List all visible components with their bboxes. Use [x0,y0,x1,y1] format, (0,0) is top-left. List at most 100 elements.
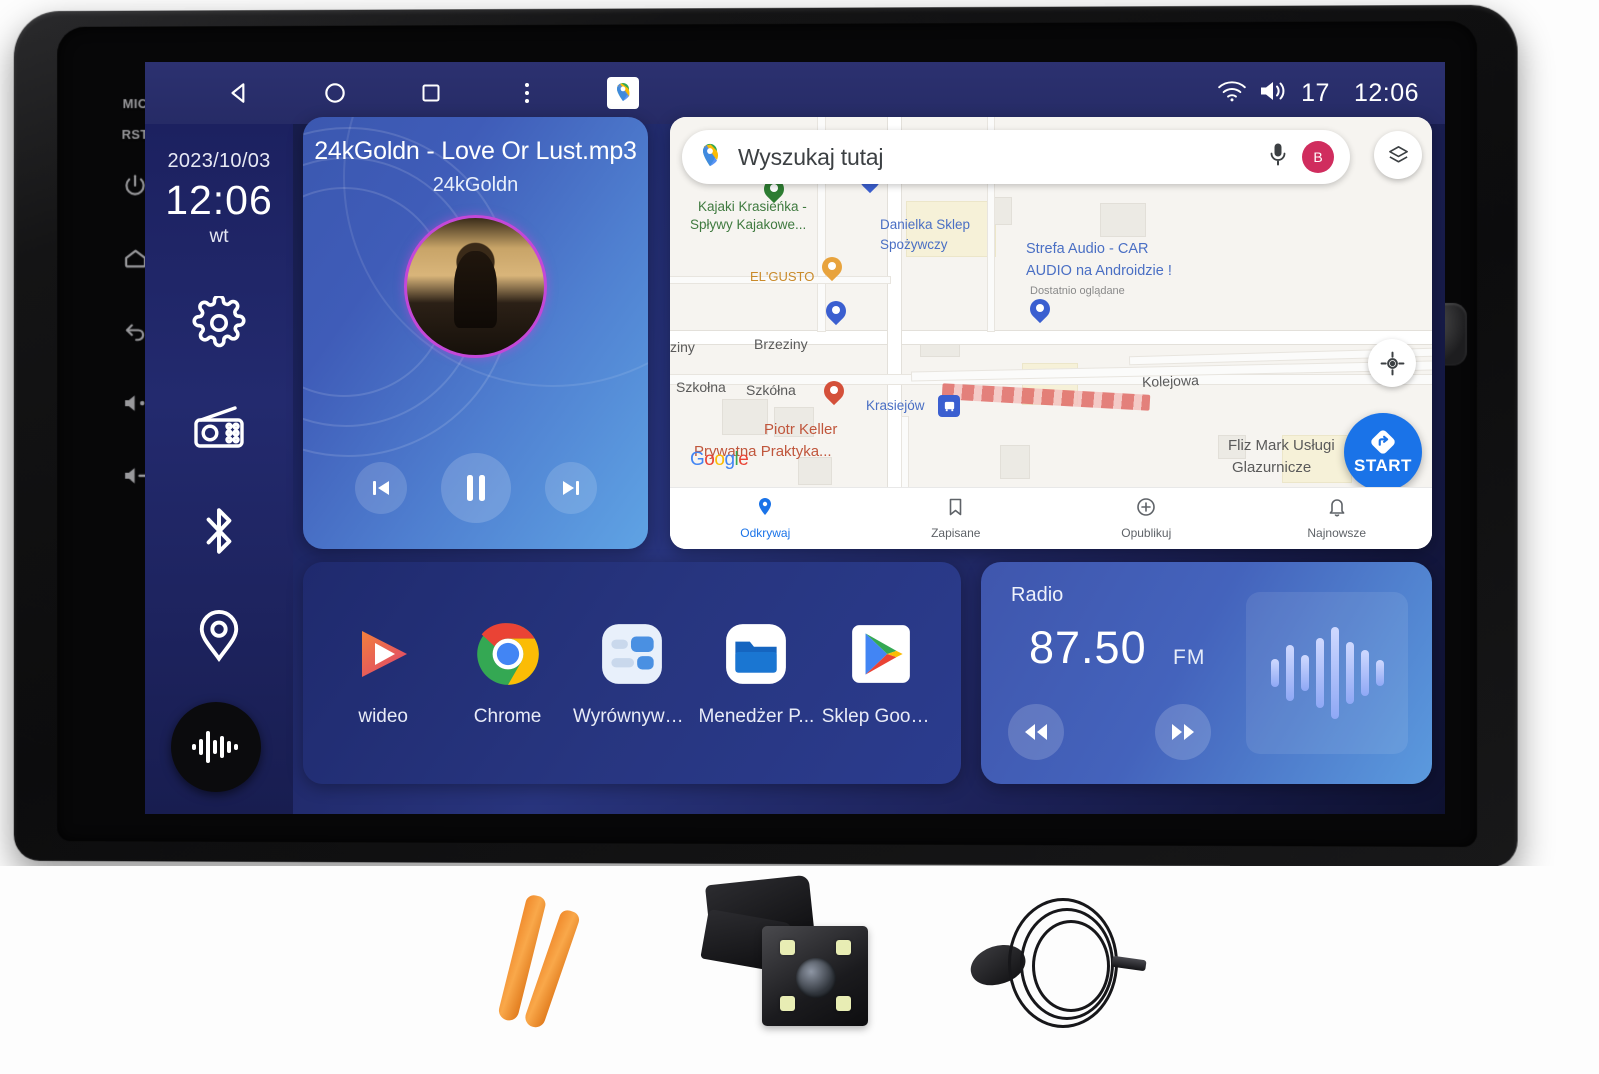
map-nav-label: Opublikuj [1121,526,1172,540]
map-pin-blue[interactable] [821,296,851,328]
map-nav-label: Zapisane [931,526,981,540]
visualizer-bar [1300,655,1309,691]
google-maps-card[interactable]: Kajaki Krasieńka - Spływy Kajakowe... Da… [670,117,1432,549]
map-nav-updates[interactable]: Najnowsze [1242,497,1433,540]
map-label: AUDIO na Androidzie ! [1026,263,1172,279]
equalizer-icon [596,618,668,690]
chrome-icon [472,618,544,690]
android-nav-bar [145,62,671,124]
bell-icon [1328,497,1346,522]
app-item-file-manager[interactable]: Menedżer P... [697,618,815,728]
bluetooth-icon[interactable] [190,502,248,560]
explore-pin-icon [756,497,774,522]
pry-tools [490,893,640,1044]
visualizer-bar [1360,650,1369,696]
start-navigation-button[interactable]: START [1344,413,1422,491]
map-label: Piotr Keller [764,421,838,438]
map-nav-contribute[interactable]: Opublikuj [1051,497,1242,540]
map-pin-red[interactable] [819,376,849,408]
contribute-plus-icon [1136,497,1156,522]
map-label: EL'GUSTO [750,269,815,284]
map-label: Glazurnicze [1232,459,1312,476]
next-track-button[interactable] [544,462,597,514]
status-clock: 12:06 [1353,78,1419,107]
map-nav-label: Najnowsze [1307,526,1367,540]
map-pin-orange[interactable] [817,252,847,284]
visualizer-bar [1345,642,1354,704]
home-icon[interactable] [287,62,383,124]
app-item-video[interactable]: wideo [324,618,442,728]
status-bar: 17 12:06 [145,62,1445,124]
app-item-play-store[interactable]: Sklep Googl... [822,618,940,728]
pause-button[interactable] [440,453,511,523]
external-microphone [960,884,1180,1064]
volume-icon [1259,79,1289,108]
map-label: Kajaki Krasieńka - [698,199,807,214]
music-player-card[interactable]: 24kGoldn - Love Or Lust.mp3 24kGoldn [303,117,648,549]
track-artist: 24kGoldn [432,174,519,196]
app-item-equalizer[interactable]: Wyrównywa... [573,618,691,728]
rail-clock: 12:06 [165,177,273,223]
map-nav-saved[interactable]: Zapisane [861,497,1052,540]
rail-weekday: wt [209,226,229,247]
map-label-sub: Dostatnio oglądane [1030,285,1125,297]
visualizer-bar [1315,638,1324,708]
wifi-icon [1217,79,1247,108]
map-label: Krasiejów [866,398,925,413]
avatar[interactable]: B [1302,141,1334,173]
visualizer-bar [1285,645,1294,701]
app-label: Chrome [473,706,542,727]
map-label: Fliz Mark Usługi [1228,437,1335,454]
maps-shortcut-icon[interactable] [575,62,671,124]
visualizer-bar [1375,660,1384,686]
radio-title: Radio [1011,584,1064,606]
radio-icon[interactable] [190,398,248,456]
map-label: ziny [670,339,695,355]
overflow-menu-icon[interactable] [479,62,575,124]
microphone-icon[interactable] [1268,142,1288,173]
recents-icon[interactable] [383,62,479,124]
back-icon[interactable] [191,62,287,124]
map-nav-label: Odkrywaj [740,526,791,540]
app-item-chrome[interactable]: Chrome [449,618,567,728]
radio-card[interactable]: Radio 87.50 FM [981,562,1432,784]
track-title: 24kGoldn - Love Or Lust.mp3 [314,137,637,165]
map-bottom-nav: Odkrywaj Zapisane Opublikuj Najnowsze [670,487,1432,549]
radio-seek-up-button[interactable] [1155,704,1211,760]
app-label: Wyrównywa... [572,706,691,727]
left-rail: 2023/10/03 12:06 wt [145,124,311,814]
my-location-icon[interactable] [1368,339,1416,387]
previous-track-button[interactable] [354,462,407,514]
map-label: Brzeziny [754,336,808,352]
file-manager-folder-icon [720,618,792,690]
volume-value: 17 [1301,78,1330,107]
map-pin-blue[interactable] [1025,294,1055,326]
map-transit-pin[interactable] [938,395,960,417]
backup-camera [700,874,890,1060]
accessories-row [0,866,1599,1074]
bookmark-icon [947,497,964,522]
music-waveform-button[interactable] [171,702,261,792]
audio-visualizer [1246,592,1408,754]
map-label: Szkółna [746,382,796,398]
map-label: Danielka Sklep [880,217,971,232]
radio-seek-down-button[interactable] [1008,704,1064,760]
settings-icon[interactable] [190,294,248,352]
start-button-label: START [1354,455,1412,475]
video-player-icon [347,618,419,690]
status-indicators: 17 12:06 [1217,79,1445,108]
layers-icon[interactable] [1374,131,1422,179]
google-play-store-icon [845,618,917,690]
rail-date: 2023/10/03 [167,150,271,172]
visualizer-bar [1330,627,1339,719]
map-label: Strefa Audio - CAR [1026,241,1149,257]
location-icon[interactable] [190,606,248,664]
map-search-input[interactable]: Wyszukaj tutaj [738,144,1268,171]
map-label: Kolejowa [1141,372,1200,390]
google-logo: Google [690,449,749,470]
map-nav-explore[interactable]: Odkrywaj [670,497,861,540]
map-search-bar[interactable]: Wyszukaj tutaj B [682,130,1350,184]
map-label: Szkołna [676,379,726,395]
app-label: Sklep Googl... [821,706,940,727]
radio-band: FM [1173,646,1206,669]
